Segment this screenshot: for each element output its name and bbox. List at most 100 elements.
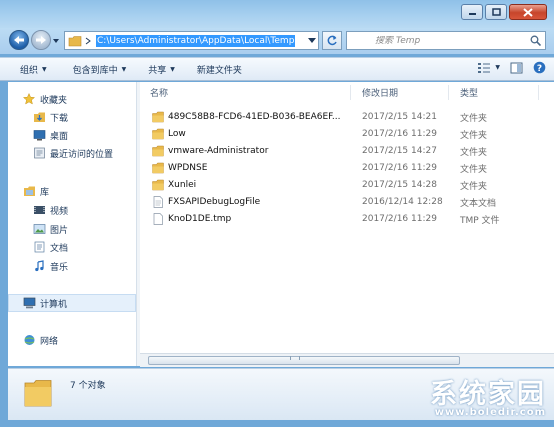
file-date: 2017/2/16 11:29 (362, 163, 437, 173)
file-name: vmware-Administrator (168, 146, 269, 156)
nav-item-favorites[interactable]: 收藏夹 (22, 91, 67, 107)
network-icon (22, 334, 36, 346)
refresh-button[interactable] (322, 31, 342, 50)
file-type: 文件夹 (460, 164, 488, 175)
file-type: 文件夹 (460, 147, 488, 158)
file-type: 文件夹 (460, 181, 488, 192)
nav-item-music[interactable]: 音乐 (32, 258, 68, 274)
folder-icon (152, 111, 164, 123)
watermark-url: www.boledir.com (434, 407, 546, 418)
share-menu[interactable]: 共享 ▼ (142, 59, 181, 79)
column-type-label: 类型 (460, 88, 479, 99)
nav-label: 收藏夹 (40, 95, 68, 106)
folder-icon (152, 179, 164, 191)
table-row[interactable]: 489C58B8-FCD6-41ED-B036-BEA6EF... 2017/2/… (150, 109, 550, 125)
maximize-icon (491, 8, 501, 16)
nav-label: 音乐 (50, 262, 69, 273)
file-date: 2017/2/15 14:21 (362, 112, 437, 122)
file-name: FXSAPIDebugLogFile (168, 197, 261, 207)
breadcrumb-arrow-icon[interactable] (84, 37, 92, 45)
horizontal-scrollbar[interactable] (140, 353, 554, 367)
search-box[interactable] (346, 31, 546, 50)
nav-label: 最近访问的位置 (50, 149, 114, 160)
folder-icon (68, 35, 82, 46)
share-label: 共享 (148, 65, 167, 76)
view-dropdown-icon[interactable]: ▼ (495, 64, 500, 71)
chevron-down-icon: ▼ (170, 65, 175, 73)
column-name-label: 名称 (150, 88, 169, 99)
library-icon (22, 185, 36, 197)
scrollbar-thumb[interactable] (148, 356, 460, 365)
search-icon[interactable] (530, 35, 541, 46)
title-bar (0, 0, 554, 28)
minimize-icon (468, 13, 476, 15)
arrow-left-icon (14, 36, 24, 44)
help-icon[interactable]: ? (533, 61, 546, 74)
nav-item-recent[interactable]: 最近访问的位置 (32, 145, 113, 161)
file-date: 2017/2/15 14:28 (362, 180, 437, 190)
column-header-type[interactable]: 类型 (460, 82, 478, 102)
nav-item-computer[interactable]: 计算机 (22, 295, 67, 311)
close-button[interactable] (509, 4, 547, 20)
folder-icon (152, 145, 164, 157)
nav-label: 文档 (50, 243, 69, 254)
downloads-folder-icon (32, 111, 46, 123)
table-row[interactable]: Low 2017/2/16 11:29 文件夹 (150, 126, 550, 142)
nav-label: 视频 (50, 206, 69, 217)
address-bar[interactable]: C:\Users\Administrator\AppData\Local\Tem… (64, 31, 319, 50)
nav-label: 图片 (50, 225, 69, 236)
search-input[interactable] (375, 35, 515, 46)
file-name: WPDNSE (168, 163, 208, 173)
new-folder-button[interactable]: 新建文件夹 (191, 59, 248, 79)
minimize-button[interactable] (461, 4, 483, 20)
document-icon (32, 241, 46, 253)
column-header-name[interactable]: 名称 (150, 82, 168, 102)
computer-icon (22, 297, 36, 309)
column-divider[interactable] (538, 85, 539, 100)
nav-item-pictures[interactable]: 图片 (32, 221, 68, 237)
organize-menu[interactable]: 组织 ▼ (14, 59, 53, 79)
address-path[interactable]: C:\Users\Administrator\AppData\Local\Tem… (96, 34, 296, 47)
text-file-icon (153, 196, 163, 208)
nav-item-documents[interactable]: 文档 (32, 239, 68, 255)
nav-item-downloads[interactable]: 下载 (32, 109, 68, 125)
nav-item-network[interactable]: 网络 (22, 332, 58, 348)
chevron-down-icon: ▼ (121, 65, 127, 73)
file-date: 2017/2/15 14:27 (362, 146, 437, 156)
item-count: 7 个对象 (70, 381, 106, 391)
folder-icon (24, 380, 52, 407)
close-icon (523, 7, 533, 17)
nav-item-videos[interactable]: 视频 (32, 202, 68, 218)
file-name: Low (168, 129, 186, 139)
recent-places-icon (32, 147, 46, 159)
address-dropdown-icon[interactable] (308, 36, 316, 44)
nav-item-libraries[interactable]: 库 (22, 183, 49, 199)
video-icon (32, 204, 46, 216)
nav-item-desktop[interactable]: 桌面 (32, 127, 68, 143)
include-in-library-menu[interactable]: 包含到库中 ▼ (67, 59, 133, 79)
svg-text:?: ? (537, 64, 542, 74)
table-row[interactable]: vmware-Administrator 2017/2/15 14:27 文件夹 (150, 143, 550, 159)
forward-button[interactable] (31, 30, 51, 50)
command-toolbar: 组织 ▼ 包含到库中 ▼ 共享 ▼ 新建文件夹 ▼ ? (0, 57, 554, 81)
table-row[interactable]: WPDNSE 2017/2/16 11:29 文件夹 (150, 160, 550, 176)
arrow-right-icon (36, 36, 46, 44)
table-row[interactable]: KnoD1DE.tmp 2017/2/16 11:29 TMP 文件 (150, 211, 550, 227)
file-type: TMP 文件 (460, 215, 500, 226)
file-type: 文件夹 (460, 130, 488, 141)
file-icon (153, 213, 163, 225)
chevron-down-icon: ▼ (42, 65, 47, 73)
back-button[interactable] (9, 30, 29, 50)
watermark-brand: 系统家园 (430, 379, 546, 410)
column-divider[interactable] (350, 85, 351, 100)
maximize-button[interactable] (485, 4, 507, 20)
column-divider[interactable] (448, 85, 449, 100)
table-row[interactable]: Xunlei 2017/2/15 14:28 文件夹 (150, 177, 550, 193)
column-header-modified[interactable]: 修改日期 (362, 82, 398, 102)
history-dropdown-icon[interactable] (52, 35, 60, 45)
view-options-icon[interactable] (477, 62, 491, 74)
file-name: Xunlei (168, 180, 197, 190)
table-row[interactable]: FXSAPIDebugLogFile 2016/12/14 12:28 文本文档 (150, 194, 550, 210)
refresh-icon (327, 35, 337, 45)
preview-pane-icon[interactable] (510, 62, 523, 74)
